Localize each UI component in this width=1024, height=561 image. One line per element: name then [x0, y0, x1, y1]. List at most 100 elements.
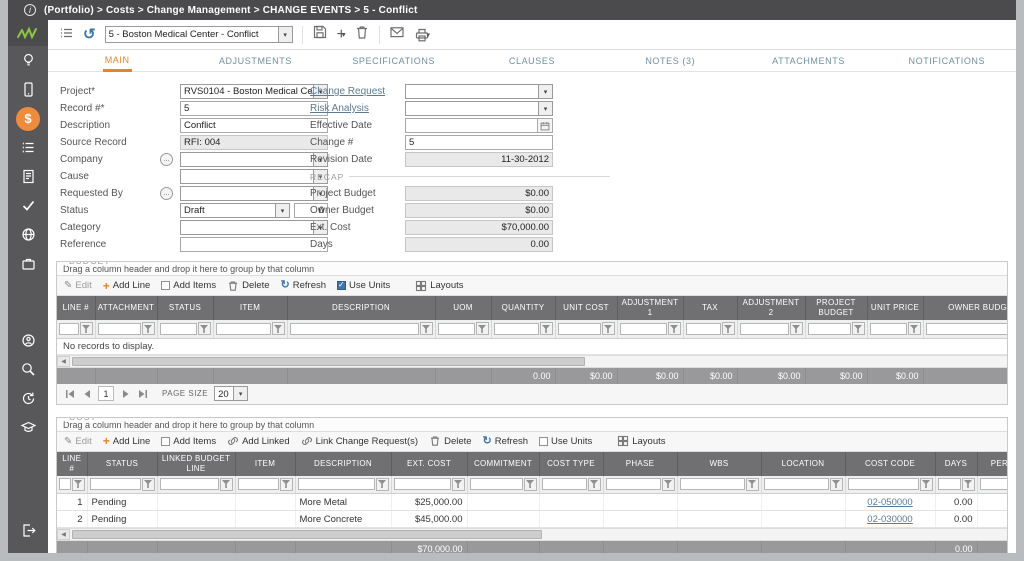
- filter-funnel-icon[interactable]: [280, 478, 293, 491]
- undo-history-icon[interactable]: ↺: [83, 27, 96, 42]
- filter-input[interactable]: [90, 478, 141, 490]
- cost-use-units-toggle[interactable]: Use Units: [539, 436, 592, 447]
- column-header[interactable]: DESCRIPTION: [287, 296, 435, 320]
- tab-clauses[interactable]: CLAUSES: [463, 50, 601, 71]
- checkbox-checked-icon[interactable]: [337, 281, 346, 290]
- column-header[interactable]: ITEM: [235, 452, 295, 476]
- chevron-down-icon[interactable]: ▾: [426, 31, 430, 39]
- filter-input[interactable]: [620, 323, 667, 335]
- filter-input[interactable]: [238, 478, 279, 490]
- risk-analysis-link[interactable]: Risk Analysis: [310, 103, 405, 114]
- filter-input[interactable]: [764, 478, 829, 490]
- learning-cap-icon[interactable]: [8, 413, 48, 442]
- first-page-button[interactable]: [62, 386, 77, 401]
- budget-group-drop-zone[interactable]: Drag a column header and drop it here to…: [57, 262, 1007, 276]
- tab-notes[interactable]: NOTES (3): [601, 50, 739, 71]
- filter-funnel-icon[interactable]: [830, 478, 843, 491]
- requested-by-select[interactable]: ▾: [180, 186, 328, 201]
- column-header[interactable]: PHASE: [603, 452, 677, 476]
- checkbox-icon[interactable]: [161, 437, 170, 446]
- checkbox-icon[interactable]: [161, 281, 170, 290]
- filter-input[interactable]: [558, 323, 601, 335]
- filter-funnel-icon[interactable]: [420, 322, 433, 335]
- filter-funnel-icon[interactable]: [962, 478, 975, 491]
- budget-add-items-button[interactable]: Add Items: [161, 280, 216, 291]
- change-number-field[interactable]: [405, 135, 553, 150]
- change-request-select[interactable]: ▾: [405, 84, 553, 99]
- filter-input[interactable]: [848, 478, 919, 490]
- column-header[interactable]: ADJUSTMENT 1: [617, 296, 683, 320]
- filter-funnel-icon[interactable]: [476, 322, 489, 335]
- app-logo[interactable]: [8, 20, 48, 46]
- filter-input[interactable]: [470, 478, 523, 490]
- column-header[interactable]: ATTACHMENT: [95, 296, 157, 320]
- description-field[interactable]: [180, 118, 328, 133]
- print-button[interactable]: ▾: [414, 27, 430, 43]
- column-header[interactable]: LINKED BUDGET LINE: [157, 452, 235, 476]
- column-header[interactable]: UNIT COST: [555, 296, 617, 320]
- budget-refresh-button[interactable]: ↻Refresh: [281, 280, 326, 291]
- menu-icon[interactable]: [58, 25, 74, 44]
- filter-input[interactable]: [808, 323, 851, 335]
- chevron-down-icon[interactable]: ▾: [538, 102, 552, 115]
- cause-select[interactable]: ▾: [180, 169, 328, 184]
- column-header[interactable]: ADJUSTMENT 2: [737, 296, 805, 320]
- list-icon[interactable]: [8, 133, 48, 162]
- risk-analysis-select[interactable]: ▾: [405, 101, 553, 116]
- filter-funnel-icon[interactable]: [588, 478, 601, 491]
- filter-input[interactable]: [686, 323, 721, 335]
- cost-code-link[interactable]: 02-030000: [867, 514, 912, 525]
- column-header[interactable]: LOCATION: [761, 452, 845, 476]
- effective-date-field[interactable]: [405, 118, 538, 133]
- chevron-down-icon[interactable]: ▾: [278, 27, 292, 42]
- filter-funnel-icon[interactable]: [80, 322, 93, 335]
- tab-attachments[interactable]: ATTACHMENTS: [739, 50, 877, 71]
- filter-funnel-icon[interactable]: [72, 478, 85, 491]
- filter-input[interactable]: [59, 323, 79, 335]
- costs-dollar-icon[interactable]: $: [8, 104, 48, 133]
- horizontal-scrollbar[interactable]: ◀▶: [57, 528, 1007, 541]
- cost-delete-button[interactable]: Delete: [429, 435, 471, 447]
- checkbox-icon[interactable]: [539, 437, 548, 446]
- filter-input[interactable]: [59, 478, 71, 490]
- filter-input[interactable]: [298, 478, 375, 490]
- column-header[interactable]: DAYS: [935, 452, 977, 476]
- column-header[interactable]: PROJECT BUDGET: [805, 296, 867, 320]
- budget-layouts-button[interactable]: Layouts: [415, 280, 463, 292]
- column-header[interactable]: UNIT PRICE: [867, 296, 923, 320]
- reference-field[interactable]: [180, 237, 328, 252]
- tab-adjustments[interactable]: ADJUSTMENTS: [186, 50, 324, 71]
- filter-funnel-icon[interactable]: [272, 322, 285, 335]
- cost-group-drop-zone[interactable]: Drag a column header and drop it here to…: [57, 418, 1007, 432]
- scroll-left-icon[interactable]: ◀: [57, 529, 70, 540]
- chevron-down-icon[interactable]: ▾: [538, 85, 552, 98]
- current-page-box[interactable]: 1: [98, 386, 114, 401]
- category-select[interactable]: ▾: [180, 220, 328, 235]
- filter-funnel-icon[interactable]: [722, 322, 735, 335]
- budget-delete-button[interactable]: Delete: [227, 280, 269, 292]
- cost-row-2[interactable]: 2 Pending More Concrete $45,000.00 02-0: [57, 511, 1007, 528]
- cost-add-line-button[interactable]: +Add Line: [103, 435, 151, 447]
- filter-input[interactable]: [542, 478, 587, 490]
- scrollbar-thumb[interactable]: [72, 530, 542, 539]
- column-header[interactable]: COST TYPE: [539, 452, 603, 476]
- column-header[interactable]: PERIOD: [977, 452, 1007, 476]
- prev-page-button[interactable]: [79, 386, 94, 401]
- record-selector[interactable]: 5 - Boston Medical Center - Conflict ▾: [105, 26, 293, 43]
- column-header[interactable]: COMMITMENT: [467, 452, 539, 476]
- scrollbar-thumb[interactable]: [72, 357, 585, 366]
- filter-input[interactable]: [216, 323, 271, 335]
- filter-input[interactable]: [290, 323, 419, 335]
- cost-add-linked-button[interactable]: Add Linked: [227, 435, 290, 447]
- link-change-request-button[interactable]: Link Change Request(s): [301, 435, 418, 447]
- filter-funnel-icon[interactable]: [540, 322, 553, 335]
- filter-input[interactable]: [494, 323, 539, 335]
- page-size-select[interactable]: 20▾: [214, 386, 248, 401]
- filter-funnel-icon[interactable]: [220, 478, 233, 491]
- column-header[interactable]: DESCRIPTION: [295, 452, 391, 476]
- scroll-left-icon[interactable]: ◀: [57, 356, 70, 367]
- change-request-link[interactable]: Change Request: [310, 86, 405, 97]
- column-header[interactable]: WBS: [677, 452, 761, 476]
- cost-code-link[interactable]: 02-050000: [867, 497, 912, 508]
- filter-funnel-icon[interactable]: [920, 478, 933, 491]
